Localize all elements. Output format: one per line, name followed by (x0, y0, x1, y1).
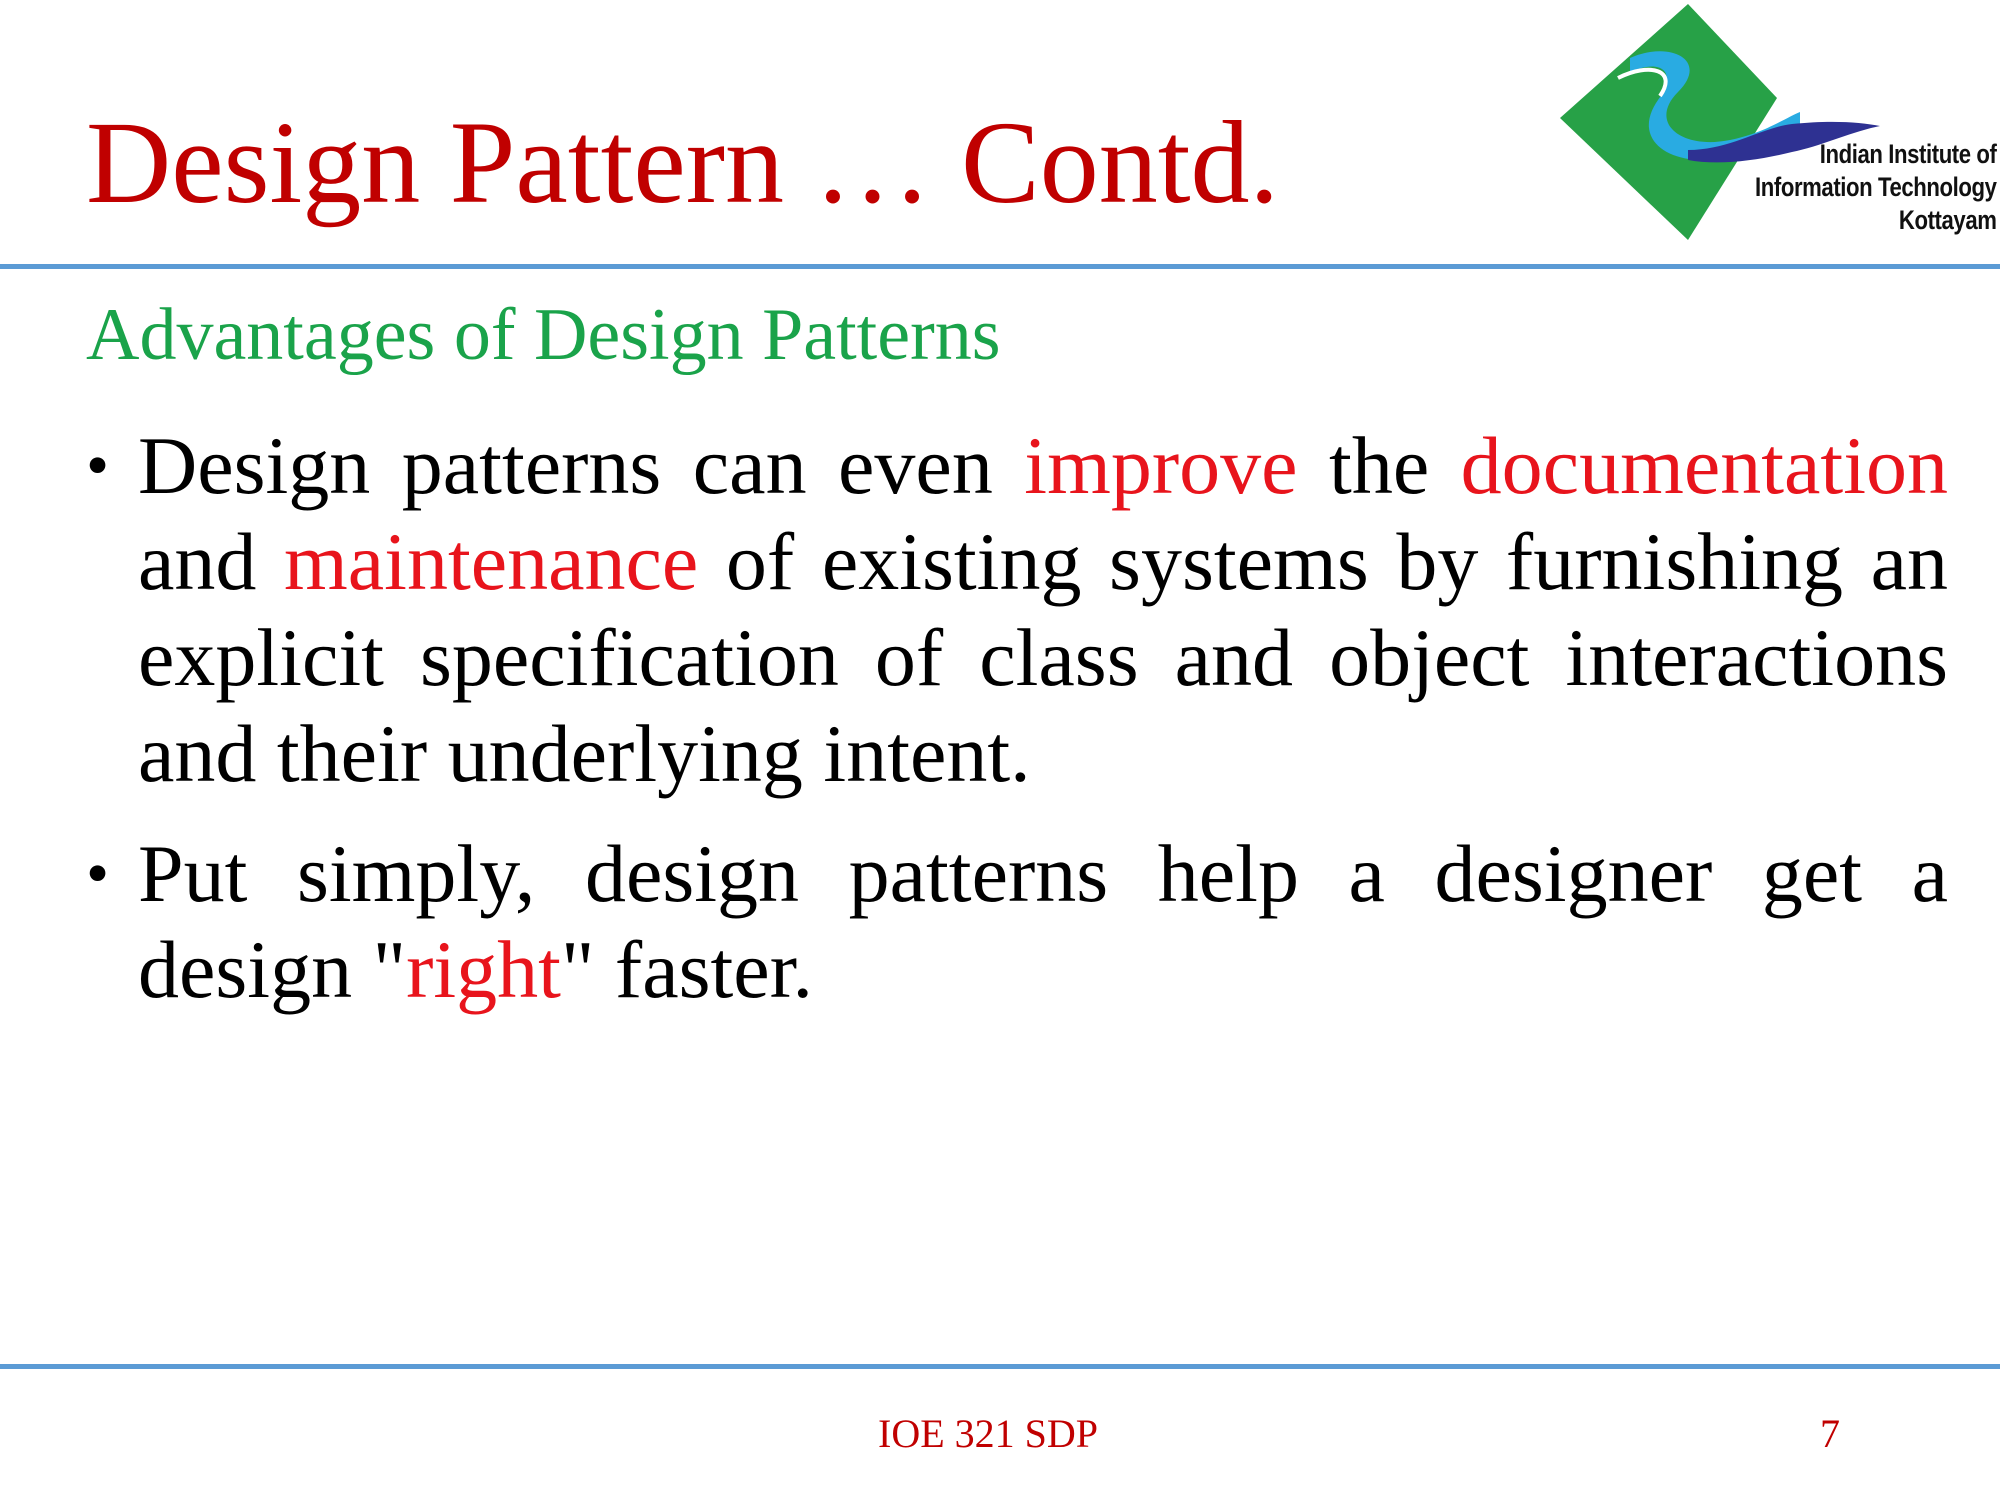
bullet-text: Design patterns can even (138, 420, 1025, 511)
bullet-list: • Design patterns can even improve the d… (86, 418, 1948, 1018)
bullet-marker: • (86, 837, 110, 910)
footer-course-code: IOE 321 SDP (878, 1411, 1099, 1456)
logo-line-3: Kottayam (1898, 205, 1996, 235)
logo-line-1: Indian Institute of (1819, 139, 1996, 169)
slide-page-number: 7 (1820, 1411, 1840, 1456)
logo-line-2: Information Technology (1754, 172, 1997, 202)
header-divider (0, 264, 2000, 269)
bullet-marker: • (86, 429, 110, 502)
emphasis-text: documentation (1460, 420, 1948, 511)
slide-subheading: Advantages of Design Patterns (86, 294, 1001, 376)
bullet-item-1: • Design patterns can even improve the d… (86, 418, 1948, 802)
logo-text: Indian Institute of Information Technolo… (1754, 138, 1997, 237)
institute-logo: Indian Institute of Information Technolo… (1560, 0, 2000, 250)
emphasis-text: maintenance (284, 516, 699, 607)
bullet-text: the (1297, 420, 1461, 511)
emphasis-text: right (406, 924, 561, 1015)
bullet-text: " faster. (560, 924, 813, 1015)
bullet-text: and (138, 516, 284, 607)
bullet-item-2: • Put simply, design patterns help a des… (86, 826, 1948, 1018)
emphasis-text: improve (1024, 420, 1298, 511)
footer-divider (0, 1364, 2000, 1369)
slide-title: Design Pattern … Contd. (86, 97, 1280, 228)
